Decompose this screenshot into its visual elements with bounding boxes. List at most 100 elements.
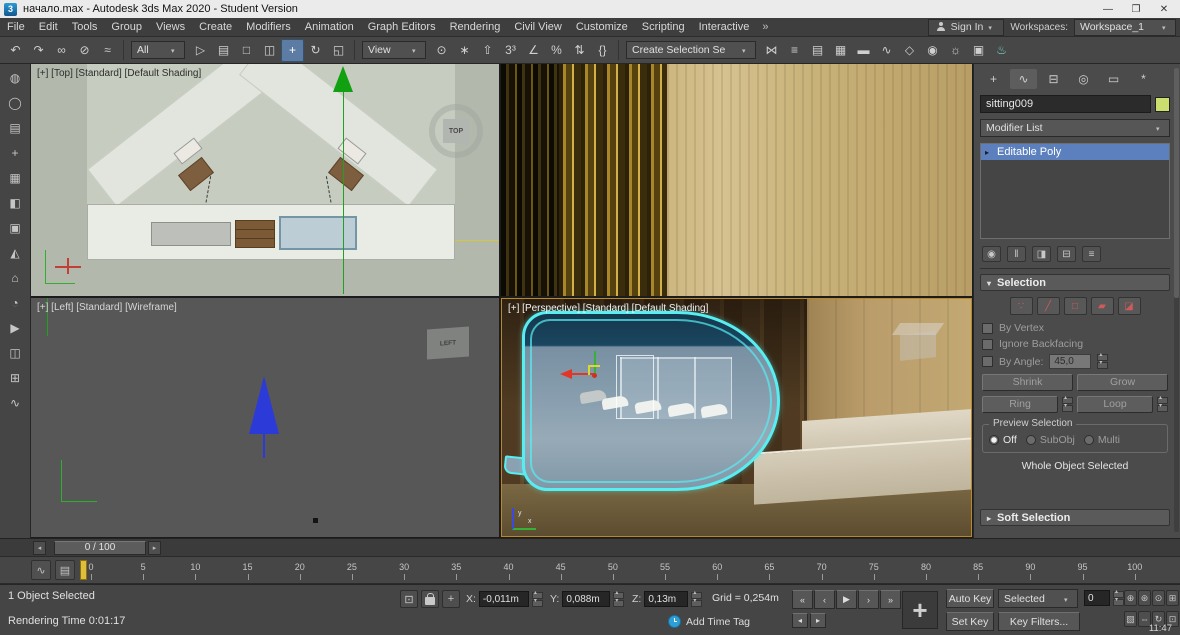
motion-tab-icon[interactable]: ◎ (1070, 69, 1097, 89)
keyboard-shortcut-override-icon[interactable]: ⇧ (476, 39, 499, 62)
timeline-frame-45[interactable]: 45 (548, 559, 574, 581)
dock-target-icon[interactable]: ▣ (4, 218, 26, 238)
dock-quarter-icon[interactable]: ◔ (4, 293, 26, 313)
preview-subobj-radio[interactable]: SubObj (1026, 434, 1075, 446)
select-and-scale-icon[interactable]: ◱ (327, 39, 350, 62)
display-tab-icon[interactable]: ▭ (1100, 69, 1127, 89)
border-subobject-icon[interactable]: □ (1064, 297, 1087, 315)
menu-modifiers[interactable]: Modifiers (239, 18, 298, 36)
timeline-frame-25[interactable]: 25 (339, 559, 365, 581)
by-angle-checkbox[interactable] (982, 356, 993, 367)
zoom-region-icon[interactable]: ▧ (1124, 611, 1137, 627)
maximize-viewport-toggle-icon[interactable]: ⊞ (1166, 590, 1179, 606)
dock-wave-icon[interactable]: ∿ (4, 393, 26, 413)
undo-icon[interactable]: ↶ (4, 39, 27, 62)
dock-window-icon[interactable]: ◫ (4, 343, 26, 363)
viewport-perspective[interactable]: [+] [Perspective] [Standard] [Default Sh… (501, 298, 972, 537)
by-angle-spinner[interactable] (1097, 354, 1108, 369)
viewport-left-label[interactable]: [+] [Left] [Standard] [Wireframe] (37, 302, 177, 313)
object-name-field[interactable]: sitting009 (980, 95, 1151, 113)
dock-play-icon[interactable]: ▶ (4, 318, 26, 338)
frame-spinner[interactable] (1113, 591, 1124, 606)
viewport-top-label[interactable]: [+] [Top] [Standard] [Default Shading] (37, 68, 201, 79)
select-and-rotate-icon[interactable]: ↻ (304, 39, 327, 62)
toggle-ribbon-icon[interactable]: ▬ (852, 39, 875, 62)
preview-multi-radio[interactable]: Multi (1084, 434, 1120, 446)
menu-civil-view[interactable]: Civil View (507, 18, 568, 36)
timeline-frame-40[interactable]: 40 (496, 559, 522, 581)
loop-spinner[interactable] (1157, 397, 1168, 412)
previous-key-button[interactable]: ◂ (792, 613, 808, 628)
expand-arrow-icon[interactable] (985, 146, 993, 158)
named-selection-set-dropdown[interactable]: Create Selection Se (626, 41, 756, 59)
viewcube[interactable]: LEFT (427, 327, 469, 360)
angle-snap-icon[interactable]: ∠ (522, 39, 545, 62)
make-unique-icon[interactable]: ◨ (1032, 246, 1051, 262)
soft-selection-rollout-header[interactable]: Soft Selection (980, 509, 1170, 526)
timeline-frame-90[interactable]: 90 (1017, 559, 1043, 581)
menu-rendering[interactable]: Rendering (443, 18, 508, 36)
menu-file[interactable]: File (0, 18, 32, 36)
key-filters-button[interactable]: Key Filters... (998, 612, 1080, 631)
window-crossing-icon[interactable]: ◫ (258, 39, 281, 62)
timeline-frame-65[interactable]: 65 (756, 559, 782, 581)
viewcube-top-face[interactable]: TOP (443, 119, 469, 143)
spinner-snap-icon[interactable]: ⇅ (568, 39, 591, 62)
selection-filter-dropdown[interactable]: All (131, 41, 185, 59)
go-to-end-button[interactable]: » (880, 590, 901, 609)
mirror-icon[interactable]: ⋈ (760, 39, 783, 62)
reference-coordinate-dropdown[interactable]: View (362, 41, 426, 59)
workspace-dropdown[interactable]: Workspace_1 (1074, 19, 1176, 36)
menu-views[interactable]: Views (149, 18, 192, 36)
timeline-frame-20[interactable]: 20 (287, 559, 313, 581)
toggle-scene-explorer-icon[interactable]: ▤ (806, 39, 829, 62)
select-object-icon[interactable]: ▷ (189, 39, 212, 62)
ring-button[interactable]: Ring (982, 396, 1058, 413)
maximize-button[interactable]: ❐ (1122, 0, 1150, 18)
play-button[interactable]: ▶ (836, 590, 857, 609)
shrink-button[interactable]: Shrink (982, 374, 1073, 391)
polygon-subobject-icon[interactable]: ▰ (1091, 297, 1114, 315)
viewport-top[interactable]: TOP [+] [Top] [Standard] [Default Shadin… (31, 64, 499, 296)
menu-animation[interactable]: Animation (298, 18, 361, 36)
utilities-tab-icon[interactable]: * (1130, 69, 1157, 89)
ring-spinner[interactable] (1062, 397, 1073, 412)
modify-tab-icon[interactable]: ∿ (1010, 69, 1037, 89)
vertex-subobject-icon[interactable]: ∵ (1010, 297, 1033, 315)
remove-modifier-icon[interactable]: ⊟ (1057, 246, 1076, 262)
percent-snap-icon[interactable]: % (545, 39, 568, 62)
rectangular-selection-region-icon[interactable]: □ (235, 39, 258, 62)
gizmo-y-axis-arrow[interactable] (333, 66, 353, 92)
modifier-stack[interactable]: Editable Poly (980, 143, 1170, 239)
zoom-all-icon[interactable]: ⊛ (1138, 590, 1151, 606)
timeline-frame-5[interactable]: 5 (130, 559, 156, 581)
gizmo-x-axis-arrow[interactable] (560, 369, 572, 379)
redo-icon[interactable]: ↷ (27, 39, 50, 62)
z-coordinate-field[interactable]: 0,13m (644, 591, 688, 607)
rendered-frame-view[interactable] (501, 64, 972, 296)
preview-off-radio[interactable]: Off (989, 434, 1017, 446)
timeline-frame-35[interactable]: 35 (443, 559, 469, 581)
x-coordinate-field[interactable]: -0,011m (479, 591, 529, 607)
z-spinner[interactable] (691, 592, 702, 607)
radio-icon[interactable] (989, 435, 999, 445)
edge-subobject-icon[interactable]: ╱ (1037, 297, 1060, 315)
rendered-frame-window-icon[interactable]: ▣ (967, 39, 990, 62)
by-angle-field[interactable]: 45,0 (1049, 354, 1091, 369)
next-key-button[interactable]: ▸ (810, 613, 826, 628)
dock-halfbox-icon[interactable]: ◧ (4, 193, 26, 213)
radio-icon[interactable] (1084, 435, 1094, 445)
menu-edit[interactable]: Edit (32, 18, 65, 36)
add-time-tag[interactable]: Add Time Tag (668, 615, 750, 628)
checkbox-icon[interactable] (982, 339, 993, 350)
select-by-name-icon[interactable]: ▤ (212, 39, 235, 62)
zoom-icon[interactable]: ⊕ (1124, 590, 1137, 606)
current-frame-marker[interactable] (80, 560, 87, 580)
use-pivot-point-icon[interactable]: ⊙ (430, 39, 453, 62)
snaps-toggle-icon[interactable]: 3³ (499, 39, 522, 62)
stack-item-editable-poly[interactable]: Editable Poly (981, 144, 1169, 160)
toolbar-overflow-chevron[interactable]: » (756, 21, 774, 33)
scrollbar-thumb[interactable] (1174, 68, 1179, 298)
selection-lock-toggle-icon[interactable] (421, 590, 439, 608)
select-and-move-icon[interactable]: + (281, 39, 304, 62)
